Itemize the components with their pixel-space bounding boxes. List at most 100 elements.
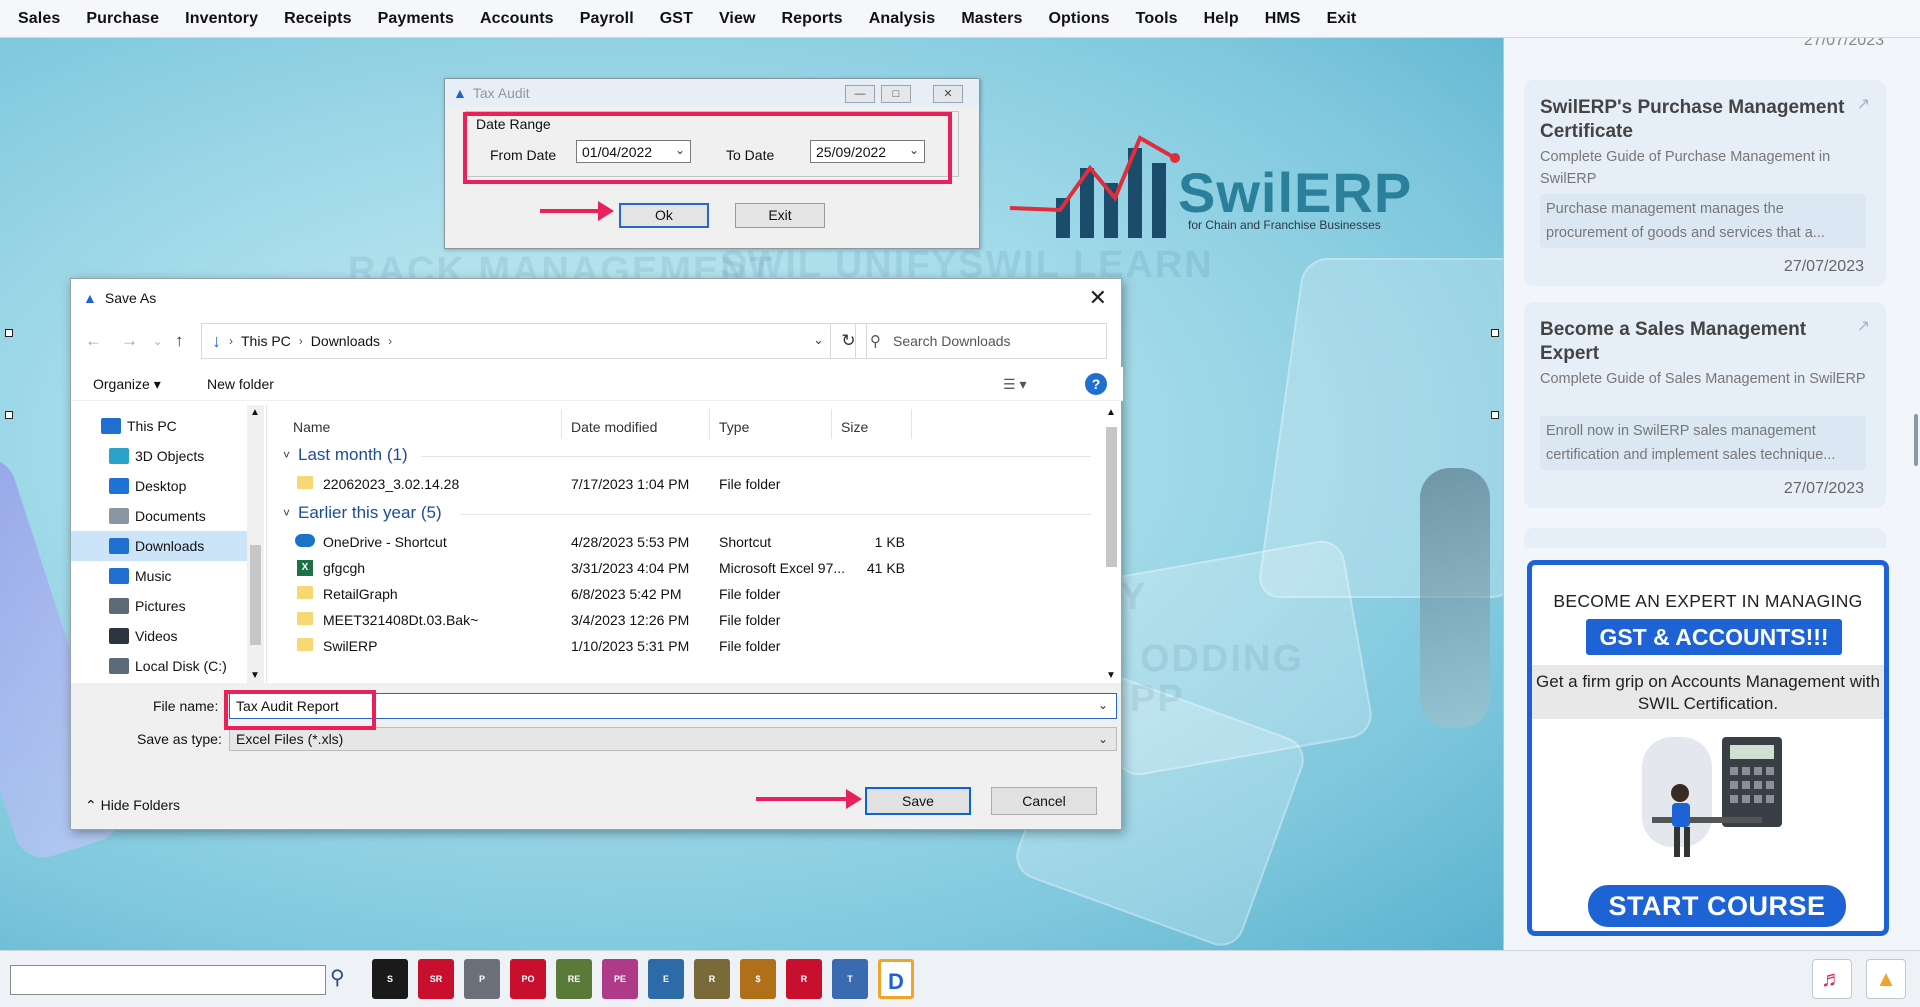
column-divider[interactable] [911, 409, 912, 439]
nav-scrollbar[interactable]: ▲ ▼ [247, 405, 264, 683]
taskbar-app-icon[interactable]: RE [556, 959, 592, 999]
menu-item-hms[interactable]: HMS [1265, 10, 1301, 28]
menu-item-inventory[interactable]: Inventory [185, 10, 258, 28]
group-header[interactable]: ˅ Earlier this year (5) [283, 503, 442, 523]
column-divider[interactable] [709, 409, 710, 439]
taskbar-app-icon[interactable]: PE [602, 959, 638, 999]
save-button[interactable]: Save [865, 787, 971, 815]
scroll-thumb[interactable] [1106, 427, 1117, 567]
taskbar-app-icon[interactable]: P [464, 959, 500, 999]
nav-item[interactable]: Local Disk (C:) [71, 651, 249, 681]
address-bar[interactable]: ↓ › This PC › Downloads › ⌄ ↻ [201, 323, 867, 359]
menu-item-masters[interactable]: Masters [961, 10, 1022, 28]
column-header-name[interactable]: Name [293, 419, 330, 435]
scroll-down-icon[interactable]: ▼ [1106, 670, 1116, 681]
menu-item-reports[interactable]: Reports [782, 10, 843, 28]
resize-handle[interactable] [5, 411, 13, 419]
chevron-down-icon[interactable]: ⌄ [1098, 698, 1108, 712]
up-arrow-icon[interactable]: ↑ [175, 331, 184, 351]
cancel-button[interactable]: Cancel [991, 787, 1097, 815]
course-ad-banner[interactable]: BECOME AN EXPERT IN MANAGING GST & ACCOU… [1527, 560, 1889, 936]
course-card-partial[interactable] [1524, 528, 1886, 548]
panel-scrollbar[interactable] [1914, 414, 1918, 466]
column-header-size[interactable]: Size [841, 419, 868, 435]
view-options-icon[interactable]: ☰ ▾ [1003, 376, 1026, 393]
new-folder-button[interactable]: New folder [207, 376, 274, 392]
help-icon[interactable]: ? [1085, 373, 1107, 395]
column-header-date[interactable]: Date modified [571, 419, 657, 435]
minimize-button[interactable]: — [845, 85, 875, 103]
course-card[interactable]: SwilERP's Purchase Management Certificat… [1524, 80, 1886, 286]
close-icon[interactable]: ✕ [1089, 285, 1107, 311]
taskbar-app-icon[interactable]: E [648, 959, 684, 999]
file-row[interactable]: RetailGraph 6/8/2023 5:42 PM File folder [285, 581, 1105, 607]
breadcrumb-item[interactable]: Downloads [311, 333, 380, 349]
nav-item[interactable]: Music [71, 561, 249, 591]
taskbar-app-icon[interactable]: S [372, 959, 408, 999]
maximize-button[interactable]: □ [881, 85, 911, 103]
back-arrow-icon[interactable]: ← [85, 331, 102, 351]
taskbar-search-input[interactable] [10, 965, 326, 995]
nav-item[interactable]: Pictures [71, 591, 249, 621]
scroll-up-icon[interactable]: ▲ [250, 407, 260, 418]
exit-button[interactable]: Exit [735, 203, 825, 228]
nav-item[interactable]: 3D Objects [71, 441, 249, 471]
file-row[interactable]: MEET321408Dt.03.Bak~ 3/4/2023 12:26 PM Fil… [285, 607, 1105, 633]
chevron-down-icon[interactable]: ⌄ [153, 335, 162, 348]
menu-item-help[interactable]: Help [1204, 10, 1239, 28]
nav-item[interactable]: This PC [71, 411, 249, 441]
nav-item[interactable]: Downloads [71, 531, 249, 561]
menu-item-analysis[interactable]: Analysis [869, 10, 936, 28]
file-row[interactable]: 22062023_3.02.14.28 7/17/2023 1:04 PM File… [285, 471, 1105, 497]
external-link-icon[interactable]: ↗ [1857, 94, 1870, 114]
organize-button[interactable]: Organize ▾ [93, 376, 161, 393]
column-divider[interactable] [561, 409, 562, 439]
start-course-button[interactable]: START COURSE [1588, 885, 1846, 927]
menu-item-view[interactable]: View [719, 10, 756, 28]
announcement-icon[interactable]: ♬ [1812, 959, 1852, 999]
menu-item-tools[interactable]: Tools [1136, 10, 1178, 28]
list-scrollbar[interactable]: ▲ ▼ [1103, 405, 1120, 683]
nav-item[interactable]: Videos [71, 621, 249, 651]
taskbar-app-icon[interactable]: R [694, 959, 730, 999]
menu-item-payroll[interactable]: Payroll [580, 10, 634, 28]
resize-handle[interactable] [5, 329, 13, 337]
resize-handle[interactable] [1491, 411, 1499, 419]
file-row[interactable]: Xgfgcgh 3/31/2023 4:04 PM Microsoft Excel … [285, 555, 1105, 581]
group-header[interactable]: ˅ Last month (1) [283, 445, 408, 465]
taskbar-app-icon[interactable]: T [832, 959, 868, 999]
column-header-type[interactable]: Type [719, 419, 749, 435]
menu-item-purchase[interactable]: Purchase [86, 10, 159, 28]
course-card[interactable]: Become a Sales Management Expert ↗ Compl… [1524, 302, 1886, 508]
menu-item-sales[interactable]: Sales [18, 10, 60, 28]
menu-item-payments[interactable]: Payments [378, 10, 454, 28]
close-button[interactable]: ✕ [933, 85, 963, 103]
search-input[interactable]: ⚲ Search Downloads [855, 323, 1107, 359]
taskbar-app-icon[interactable]: PO [510, 959, 546, 999]
notification-bell-icon[interactable]: ▲ [1866, 959, 1906, 999]
nav-item[interactable]: Desktop [71, 471, 249, 501]
file-row[interactable]: SwilERP 1/10/2023 5:31 PM File folder [285, 633, 1105, 659]
save-as-type-select[interactable]: Excel Files (*.xls) ⌄ [229, 727, 1117, 751]
external-link-icon[interactable]: ↗ [1857, 316, 1870, 336]
chevron-down-icon[interactable]: ⌄ [813, 332, 824, 348]
scroll-down-icon[interactable]: ▼ [250, 670, 260, 681]
menu-item-accounts[interactable]: Accounts [480, 10, 554, 28]
taskbar-app-icon[interactable]: D [878, 959, 914, 999]
taskbar-app-icon[interactable]: R [786, 959, 822, 999]
menu-item-options[interactable]: Options [1049, 10, 1110, 28]
breadcrumb-item[interactable]: This PC [241, 333, 291, 349]
menu-item-gst[interactable]: GST [660, 10, 693, 28]
ok-button[interactable]: Ok [619, 203, 709, 228]
taskbar-app-icon[interactable]: SR [418, 959, 454, 999]
search-icon[interactable]: ⚲ [330, 965, 345, 990]
menu-item-exit[interactable]: Exit [1327, 10, 1357, 28]
file-row[interactable]: OneDrive - Shortcut 4/28/2023 5:53 PM Shor… [285, 529, 1105, 555]
taskbar-app-icon[interactable]: $ [740, 959, 776, 999]
scroll-thumb[interactable] [250, 545, 261, 645]
forward-arrow-icon[interactable]: → [121, 331, 138, 351]
menu-item-receipts[interactable]: Receipts [284, 10, 352, 28]
column-divider[interactable] [831, 409, 832, 439]
resize-handle[interactable] [1491, 329, 1499, 337]
nav-item[interactable]: Documents [71, 501, 249, 531]
